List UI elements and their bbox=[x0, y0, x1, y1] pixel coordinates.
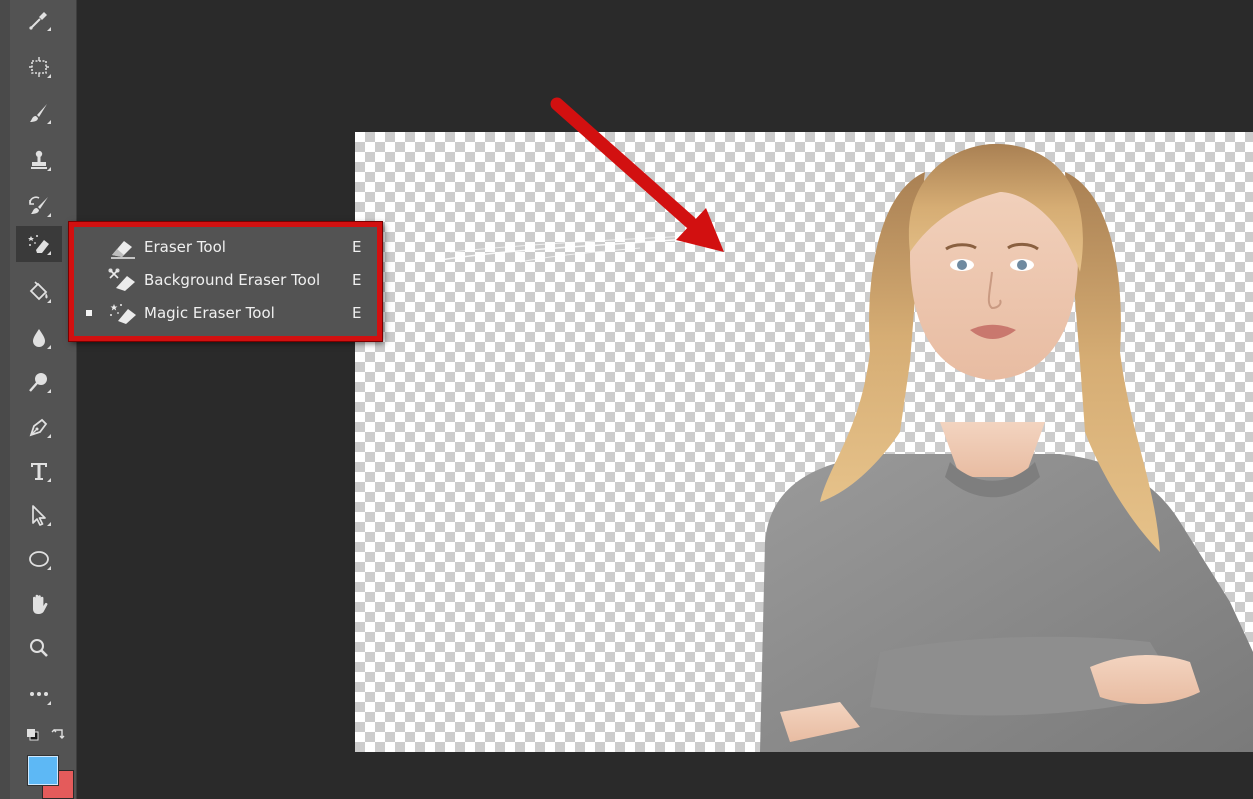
group-indicator bbox=[47, 251, 51, 255]
group-indicator bbox=[47, 701, 51, 705]
hand-icon bbox=[33, 594, 48, 614]
group-indicator bbox=[47, 345, 51, 349]
magic-eraser-icon bbox=[110, 304, 136, 324]
menu-item-label: Background Eraser Tool bbox=[144, 271, 321, 289]
brush-tool[interactable] bbox=[16, 95, 62, 131]
eraser-tool-group[interactable] bbox=[16, 226, 62, 262]
group-indicator bbox=[47, 27, 51, 31]
pen-tool[interactable] bbox=[16, 409, 62, 445]
menu-item-shortcut: E bbox=[352, 304, 362, 322]
menu-item-shortcut: E bbox=[352, 271, 362, 289]
group-indicator bbox=[47, 74, 51, 78]
dodge-tool[interactable] bbox=[16, 364, 62, 400]
swap-colors-icon[interactable] bbox=[51, 729, 65, 739]
menu-item-label: Magic Eraser Tool bbox=[144, 304, 275, 322]
hand-tool[interactable] bbox=[16, 586, 62, 622]
blur-tool[interactable] bbox=[16, 320, 62, 356]
menu-item-shortcut: E bbox=[352, 238, 362, 256]
selected-indicator bbox=[86, 310, 92, 316]
ellipse-tool[interactable] bbox=[16, 541, 62, 577]
group-indicator bbox=[47, 299, 51, 303]
menu-item-background-eraser-tool[interactable]: Background Eraser Tool E bbox=[78, 265, 373, 295]
photoshop-window: Eraser Tool E Background Eraser Tool E M bbox=[0, 0, 1253, 799]
color-controls bbox=[26, 726, 70, 744]
left-edge-panel bbox=[0, 0, 10, 799]
group-indicator bbox=[47, 167, 51, 171]
eyedropper-tool[interactable] bbox=[16, 2, 62, 38]
group-indicator bbox=[47, 478, 51, 482]
background-eraser-icon bbox=[108, 268, 135, 291]
type-tool[interactable] bbox=[16, 453, 62, 489]
menu-item-label: Eraser Tool bbox=[144, 238, 226, 256]
path-selection-tool[interactable] bbox=[16, 497, 62, 533]
menu-item-eraser-tool[interactable]: Eraser Tool E bbox=[78, 232, 373, 262]
menu-item-magic-eraser-tool[interactable]: Magic Eraser Tool E bbox=[78, 298, 373, 328]
group-indicator bbox=[47, 389, 51, 393]
paint-bucket-tool[interactable] bbox=[16, 274, 62, 310]
eraser-icon bbox=[111, 241, 135, 259]
history-brush-tool[interactable] bbox=[16, 188, 62, 224]
group-indicator bbox=[47, 566, 51, 570]
foreground-color-swatch[interactable] bbox=[28, 756, 58, 785]
group-indicator bbox=[47, 120, 51, 124]
default-colors-icon[interactable] bbox=[27, 729, 39, 741]
group-indicator bbox=[47, 522, 51, 526]
magnifier-icon bbox=[30, 639, 48, 657]
tools-panel bbox=[10, 0, 77, 799]
clone-stamp-tool[interactable] bbox=[16, 142, 62, 178]
artboard-tool[interactable] bbox=[16, 49, 62, 85]
group-indicator bbox=[47, 434, 51, 438]
document-canvas[interactable] bbox=[355, 132, 1253, 752]
eraser-tool-flyout-menu: Eraser Tool E Background Eraser Tool E M bbox=[69, 222, 382, 341]
edit-toolbar[interactable] bbox=[16, 676, 62, 712]
zoom-tool[interactable] bbox=[16, 630, 62, 666]
portrait-image bbox=[760, 143, 1253, 752]
group-indicator bbox=[47, 213, 51, 217]
color-controls-icons bbox=[27, 729, 65, 741]
